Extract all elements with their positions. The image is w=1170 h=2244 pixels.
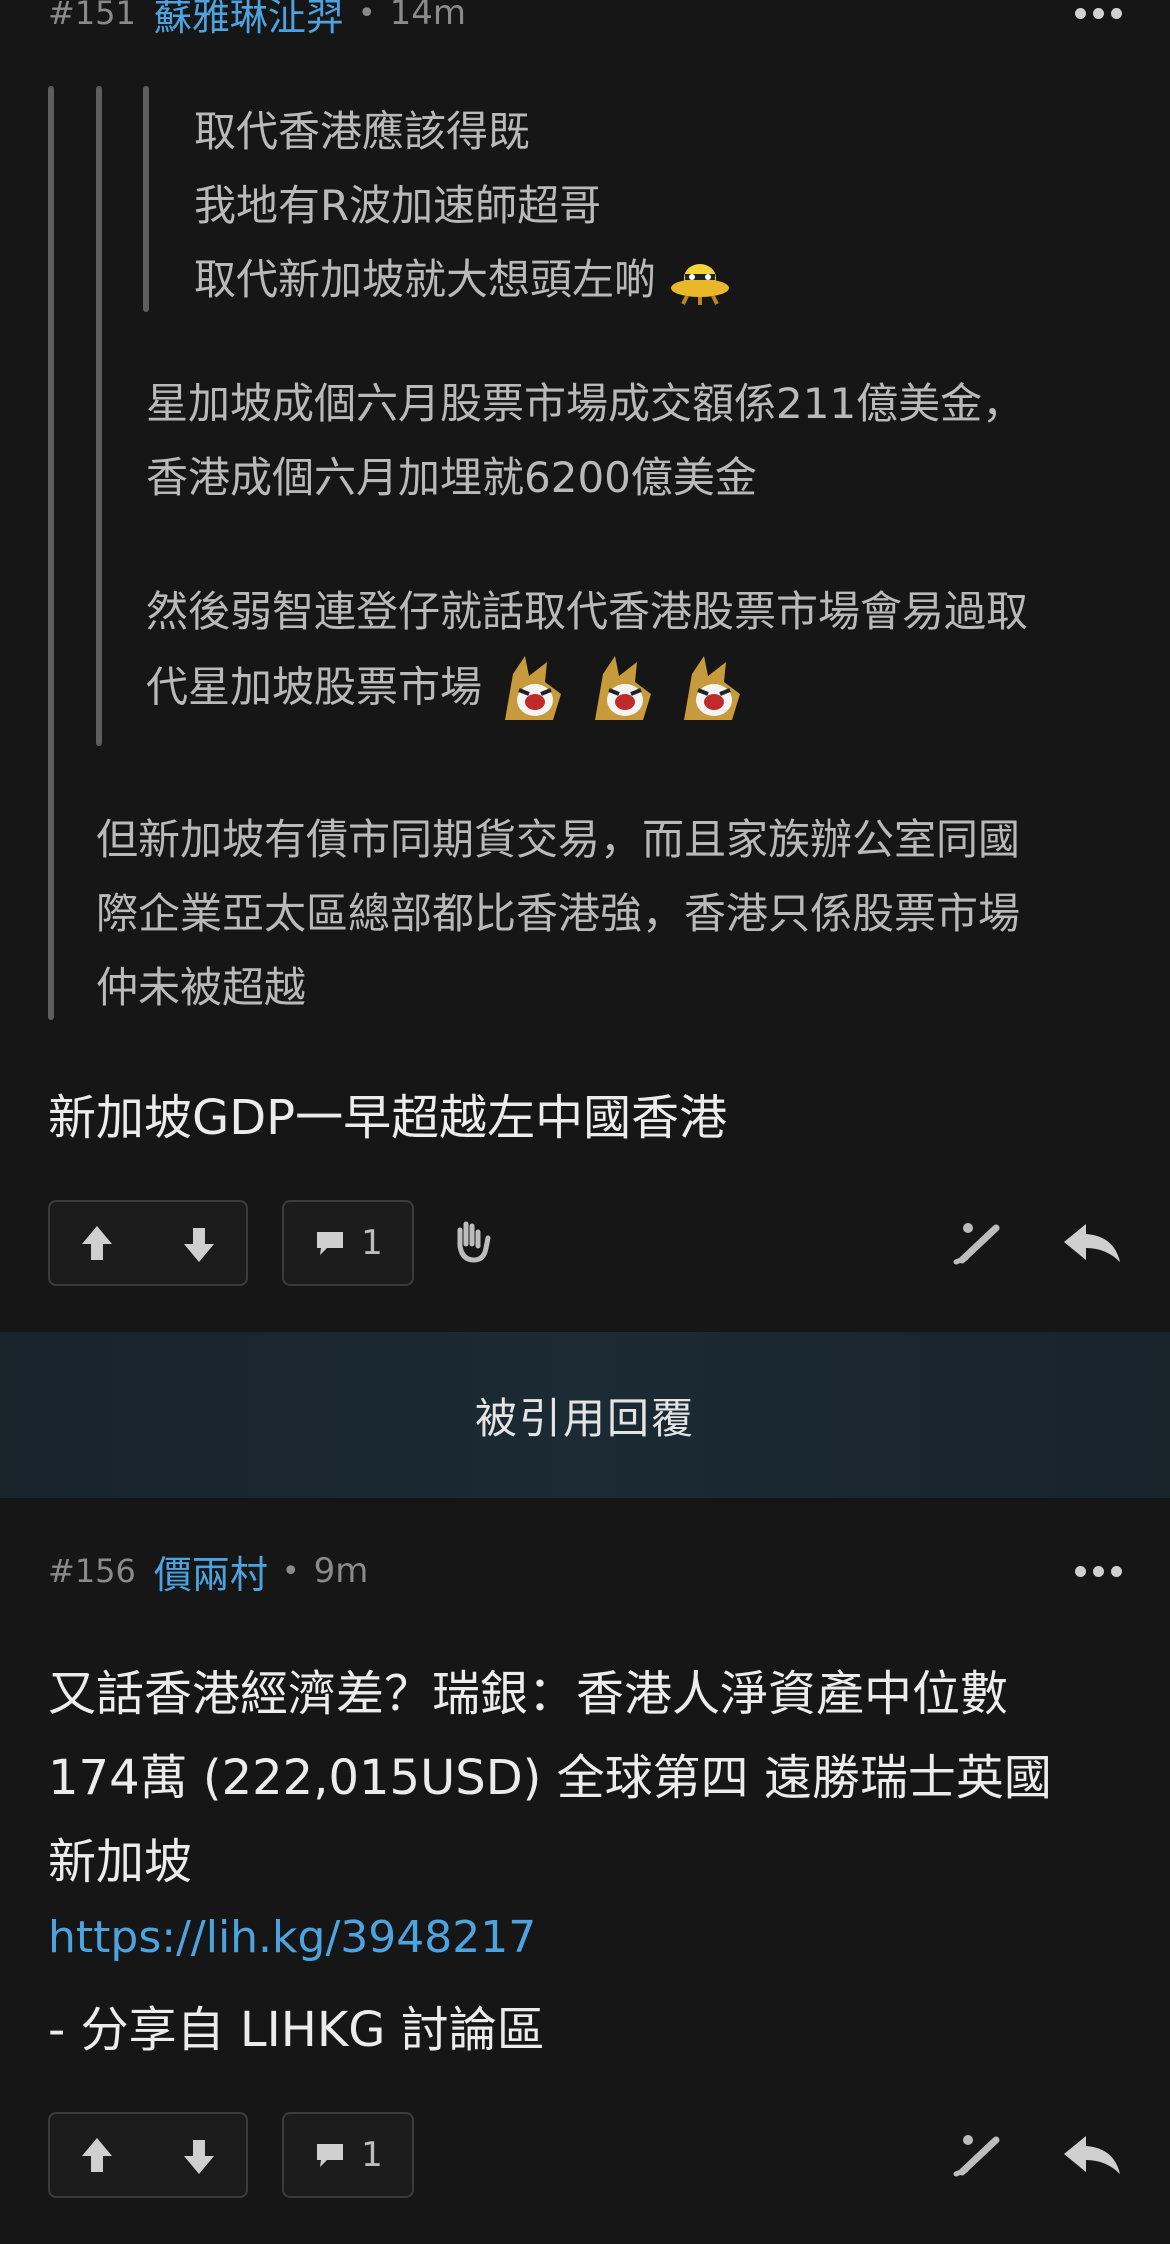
pen-icon[interactable] [952, 2130, 1004, 2178]
quote-line: 取代香港應該得既 [194, 107, 531, 156]
hand-icon[interactable] [448, 1218, 494, 1264]
quote-line: 取代新加坡就大想頭左啲 [194, 255, 657, 304]
post-151-meta: #151 蘇雅琳沚羿 • 14m [48, 0, 1122, 41]
quoted-replies-label: 被引用回覆 [474, 1393, 695, 1443]
pen-icon[interactable] [952, 1218, 1004, 1266]
quote-line: 我地有R波加速師超哥 [194, 181, 602, 230]
post-body-line: 新加坡 [48, 1834, 193, 1890]
arrow-up-icon[interactable] [80, 1224, 114, 1264]
post-time: 14m [389, 0, 466, 33]
quote-line: 然後弱智連登仔就話取代香港股票市場會易過取 [146, 587, 1029, 636]
post-156-meta: #156 價兩村 • 9m [48, 1544, 1122, 1599]
vote-box [48, 1200, 248, 1286]
post-floor-number: #151 [48, 0, 136, 32]
post-body: 新加坡GDP一早超越左中國香港 [48, 1090, 728, 1146]
post-151-actions: 1 [48, 1200, 1122, 1286]
post-floor-number: #156 [48, 1552, 136, 1590]
post-156-actions: 1 [48, 2112, 1122, 2198]
horse-laugh-emoji-icon [684, 656, 741, 720]
ufo-emoji-icon [671, 263, 730, 305]
comment-button[interactable]: 1 [282, 2112, 414, 2198]
arrow-down-icon[interactable] [182, 1224, 216, 1264]
comment-count: 1 [361, 2135, 383, 2175]
quote-line: 代星加坡股票市場 [146, 662, 483, 712]
arrow-up-icon[interactable] [80, 2136, 114, 2176]
quote-line: 際企業亞太區總部都比香港強，香港只係股票市場 [96, 889, 1021, 938]
meta-separator: • [357, 0, 376, 31]
post-username[interactable]: 價兩村 [154, 1544, 268, 1599]
more-dots-icon[interactable] [1075, 7, 1122, 19]
quote-line-with-emoji: 代星加坡股票市場 [146, 650, 750, 730]
more-dots-icon[interactable] [1075, 1565, 1122, 1577]
comment-bubble-icon [317, 2144, 344, 2167]
quote-line: 但新加坡有債市同期貨交易，而且家族辦公室同國 [96, 815, 1021, 864]
horse-laugh-emoji-icon [505, 656, 562, 720]
arrow-down-icon[interactable] [182, 2136, 216, 2176]
reply-arrow-icon[interactable] [1062, 2132, 1122, 2176]
post-body-line: 又話香港經濟差？瑞銀：香港人淨資產中位數 [48, 1666, 1009, 1722]
meta-separator: • [281, 1553, 300, 1589]
quote-bar-level2 [96, 86, 102, 746]
comment-count: 1 [361, 1223, 383, 1263]
quote-line: 星加坡成個六月股票市場成交額係211億美金， [146, 379, 1025, 428]
quote-line: 香港成個六月加埋就6200億美金 [146, 453, 757, 502]
quote-bar-level3 [143, 86, 149, 312]
quoted-replies-button[interactable]: 被引用回覆 [0, 1332, 1170, 1498]
post-time: 9m [313, 1551, 369, 1591]
quote-bar-level1 [48, 86, 54, 1020]
quote-line: 仲未被超越 [96, 963, 307, 1012]
comment-button[interactable]: 1 [282, 1200, 414, 1286]
horse-laugh-emoji-icon [594, 656, 651, 720]
comment-bubble-icon [317, 1232, 344, 1255]
post-username[interactable]: 蘇雅琳沚羿 [154, 0, 344, 41]
reply-arrow-icon[interactable] [1062, 1220, 1122, 1264]
quote-line-with-emoji: 取代新加坡就大想頭左啲 [194, 246, 731, 307]
post-body-line: 174萬 (222,015USD) 全球第四 遠勝瑞士英國 [48, 1750, 1052, 1806]
share-text: - 分享自 LIHKG 討論區 [48, 2002, 545, 2058]
post-link[interactable]: https://lih.kg/3948217 [48, 1912, 536, 1963]
vote-box [48, 2112, 248, 2198]
